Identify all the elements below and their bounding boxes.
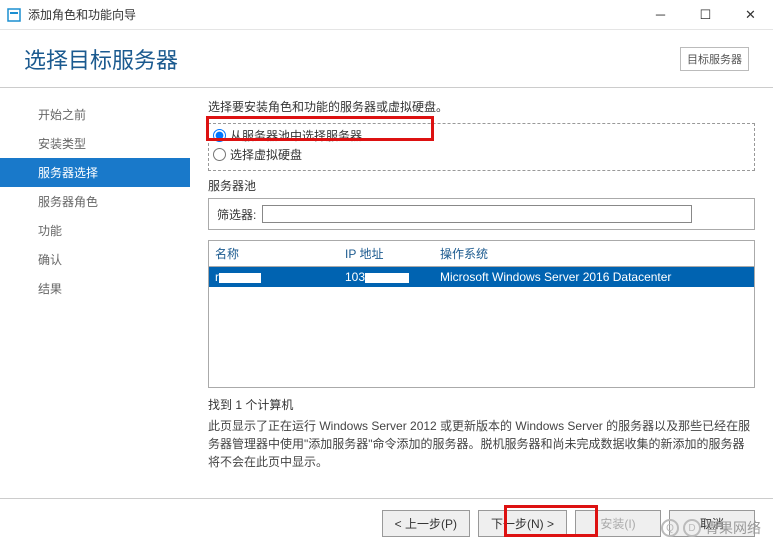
watermark-text: 青果网络 — [705, 518, 761, 538]
sidebar: 开始之前 安装类型 服务器选择 服务器角色 功能 确认 结果 — [0, 88, 190, 498]
found-count: 找到 1 个计算机 — [208, 396, 755, 413]
next-button[interactable]: 下一步(N) > — [478, 510, 567, 537]
radio-server-pool-input[interactable] — [213, 129, 226, 142]
server-grid: 名称 IP 地址 操作系统 r 103 Microsoft Windows Se… — [208, 240, 755, 388]
app-icon — [6, 7, 22, 23]
grid-row-selected[interactable]: r 103 Microsoft Windows Server 2016 Data… — [209, 267, 754, 287]
sidebar-item-install-type[interactable]: 安装类型 — [0, 129, 190, 158]
radio-vhd-label: 选择虚拟硬盘 — [230, 146, 302, 163]
window-title: 添加角色和功能向导 — [28, 6, 638, 23]
filter-label: 筛选器: — [217, 206, 256, 223]
titlebar: 添加角色和功能向导 ─ ☐ ✕ — [0, 0, 773, 30]
sidebar-item-server-selection[interactable]: 服务器选择 — [0, 158, 190, 187]
server-pool-label: 服务器池 — [208, 177, 755, 194]
radio-vhd[interactable]: 选择虚拟硬盘 — [213, 145, 750, 164]
col-os[interactable]: 操作系统 — [434, 241, 754, 266]
radio-server-pool[interactable]: 从服务器池中选择服务器 — [213, 126, 750, 145]
radio-vhd-input[interactable] — [213, 148, 226, 161]
sidebar-item-before-begin[interactable]: 开始之前 — [0, 100, 190, 129]
col-ip[interactable]: IP 地址 — [339, 241, 434, 266]
redacted-name — [219, 273, 261, 283]
watermark: Q D 青果网络 — [661, 518, 761, 538]
col-name[interactable]: 名称 — [209, 241, 339, 266]
close-button[interactable]: ✕ — [728, 0, 773, 30]
header: 选择目标服务器 目标服务器 — [0, 30, 773, 88]
selection-mode-group: 从服务器池中选择服务器 选择虚拟硬盘 — [208, 123, 755, 171]
filter-row: 筛选器: — [208, 198, 755, 230]
prev-button[interactable]: < 上一步(P) — [382, 510, 470, 537]
install-button: 安装(I) — [575, 510, 661, 537]
sidebar-item-server-roles[interactable]: 服务器角色 — [0, 187, 190, 216]
radio-server-pool-label: 从服务器池中选择服务器 — [230, 127, 362, 144]
page-title: 选择目标服务器 — [24, 43, 178, 75]
minimize-button[interactable]: ─ — [638, 0, 683, 30]
maximize-button[interactable]: ☐ — [683, 0, 728, 30]
cell-ip: 103 — [339, 267, 434, 287]
main-panel: 选择要安装角色和功能的服务器或虚拟硬盘。 从服务器池中选择服务器 选择虚拟硬盘 … — [190, 88, 773, 498]
cell-os: Microsoft Windows Server 2016 Datacenter — [434, 267, 754, 287]
watermark-icon-q: Q — [661, 519, 679, 537]
watermark-icon-d: D — [683, 519, 701, 537]
description-text: 此页显示了正在运行 Windows Server 2012 或更新版本的 Win… — [208, 417, 755, 471]
sidebar-item-results[interactable]: 结果 — [0, 274, 190, 303]
body: 开始之前 安装类型 服务器选择 服务器角色 功能 确认 结果 选择要安装角色和功… — [0, 88, 773, 498]
sidebar-item-features[interactable]: 功能 — [0, 216, 190, 245]
filter-input[interactable] — [262, 205, 692, 223]
grid-header: 名称 IP 地址 操作系统 — [209, 241, 754, 267]
instruction-text: 选择要安装角色和功能的服务器或虚拟硬盘。 — [208, 98, 755, 115]
target-server-box: 目标服务器 — [680, 47, 749, 71]
cell-name: r — [209, 267, 339, 287]
footer: < 上一步(P) 下一步(N) > 安装(I) 取消 Q D 青果网络 — [0, 498, 773, 548]
sidebar-item-confirm[interactable]: 确认 — [0, 245, 190, 274]
redacted-ip — [365, 273, 409, 283]
